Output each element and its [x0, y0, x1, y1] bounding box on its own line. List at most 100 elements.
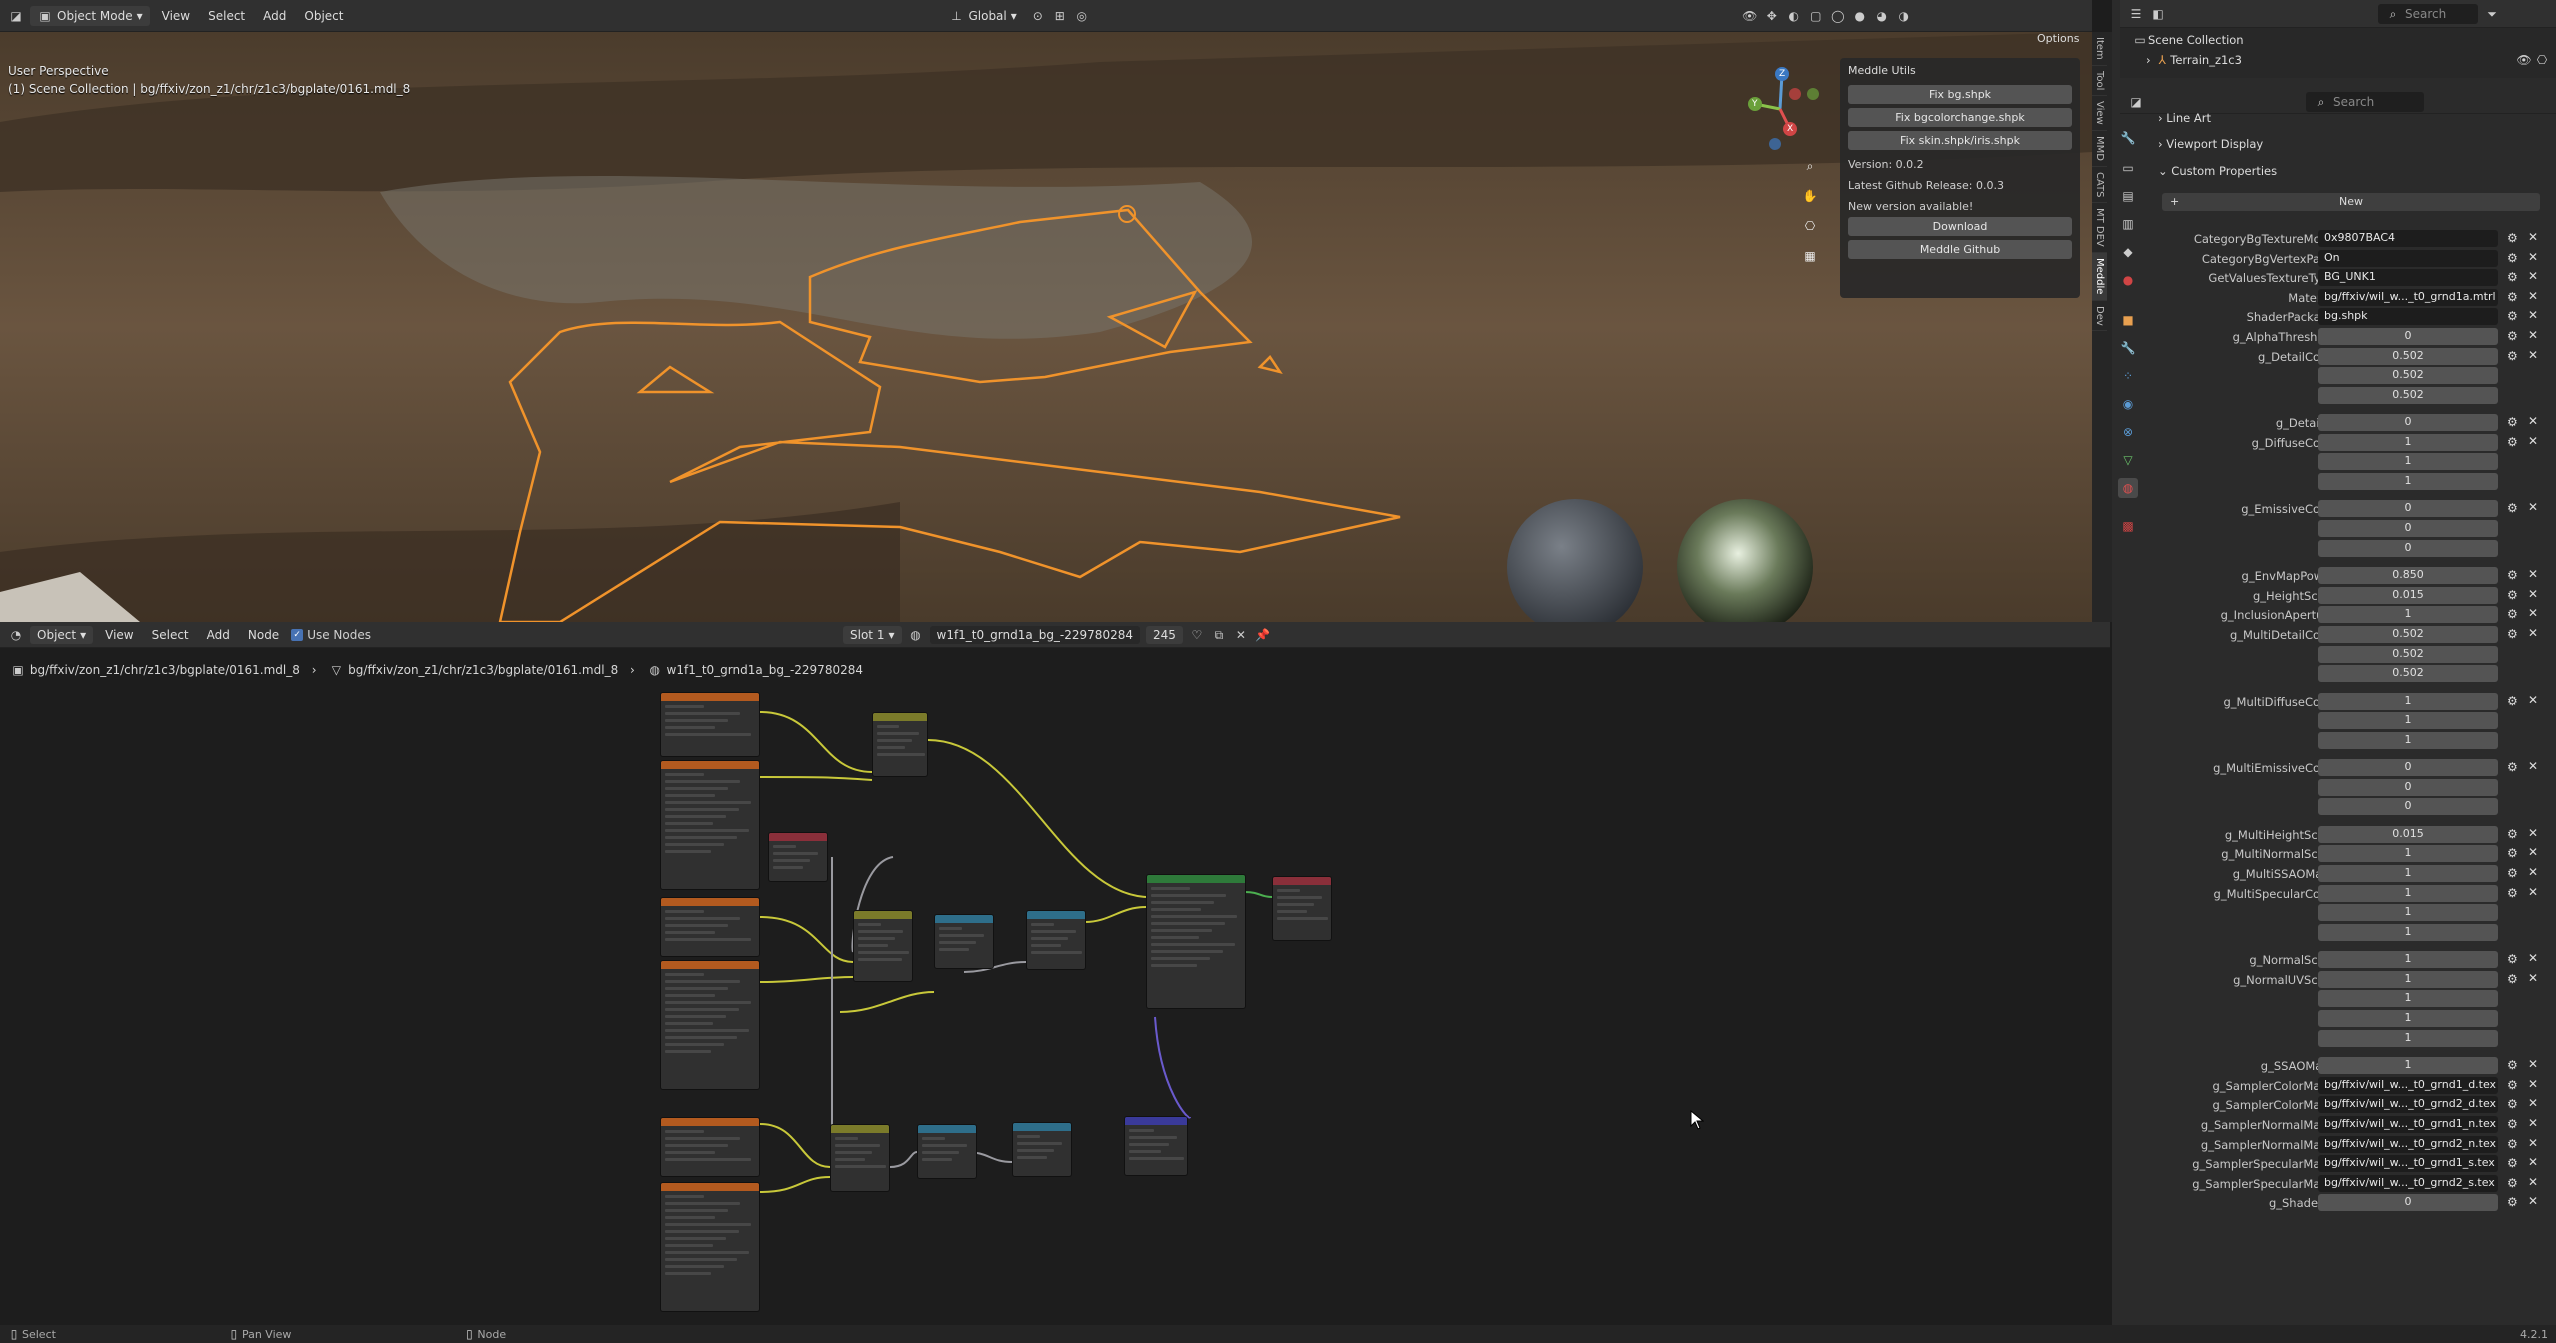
- gear-icon[interactable]: ⚙: [2507, 1176, 2518, 1190]
- normal-map-node[interactable]: [1124, 1116, 1188, 1176]
- close-icon[interactable]: ✕: [2528, 971, 2538, 985]
- gear-icon[interactable]: ⚙: [2507, 309, 2518, 323]
- gear-icon[interactable]: ⚙: [2507, 270, 2518, 284]
- tab-tool[interactable]: Tool: [2092, 66, 2107, 97]
- close-icon[interactable]: ✕: [2528, 328, 2538, 342]
- node-header[interactable]: [661, 761, 759, 769]
- property-value-field[interactable]: bg/ffxiv/wil_w..._t0_grnd1_d.tex: [2318, 1076, 2498, 1094]
- node-header[interactable]: [831, 1125, 889, 1133]
- math-node[interactable]: [1026, 910, 1086, 970]
- close-icon[interactable]: ✕: [2528, 1194, 2538, 1208]
- duplicate-icon[interactable]: ⧉: [1211, 627, 1227, 643]
- property-value-field[interactable]: 1: [2318, 865, 2498, 883]
- property-value-field[interactable]: 0x9807BAC4: [2318, 230, 2498, 247]
- outliner-search[interactable]: ⌕ Search: [2378, 3, 2478, 24]
- mix-color-node[interactable]: [853, 910, 913, 982]
- close-icon[interactable]: ✕: [2528, 587, 2538, 601]
- property-value-field[interactable]: 1: [2318, 990, 2498, 1008]
- property-value-field[interactable]: 0.015: [2318, 586, 2498, 604]
- output-tab-icon[interactable]: ▤: [2118, 186, 2138, 206]
- close-icon[interactable]: ✕: [2528, 1096, 2538, 1110]
- snap-icon[interactable]: ⊞: [1052, 8, 1068, 24]
- mix-color-node[interactable]: [872, 712, 928, 777]
- gear-icon[interactable]: ⚙: [2507, 1195, 2518, 1209]
- download-button[interactable]: Download: [1848, 217, 2072, 236]
- property-value-field[interactable]: bg/ffxiv/wil_w..._t0_grnd1a.mtrl: [2318, 288, 2498, 306]
- node-graph[interactable]: [0, 692, 2110, 1322]
- editor-type-icon[interactable]: ◪: [8, 8, 24, 24]
- property-value-field[interactable]: 0.502: [2318, 665, 2498, 683]
- gear-icon[interactable]: ⚙: [2507, 415, 2518, 429]
- mix-color-node[interactable]: [830, 1124, 890, 1192]
- node-menu-view[interactable]: View: [99, 628, 139, 642]
- tab-meddle[interactable]: Meddle: [2092, 253, 2107, 301]
- close-icon[interactable]: ✕: [2528, 308, 2538, 322]
- gear-icon[interactable]: ⚙: [2507, 866, 2518, 880]
- property-value-field[interactable]: 1: [2318, 970, 2498, 988]
- filter-display-icon[interactable]: ◧: [2150, 6, 2166, 22]
- material-output-node[interactable]: [1272, 876, 1332, 941]
- gear-icon[interactable]: ⚙: [2507, 846, 2518, 860]
- property-value-field[interactable]: 0.502: [2318, 645, 2498, 663]
- image-texture-node[interactable]: [660, 692, 760, 757]
- principled-bsdf-node[interactable]: [1146, 874, 1246, 1009]
- xray-icon[interactable]: ▢: [1808, 8, 1824, 24]
- gear-icon[interactable]: ⚙: [2507, 290, 2518, 304]
- close-icon[interactable]: ✕: [2528, 414, 2538, 428]
- modifier-tab-icon[interactable]: 🔧: [2118, 338, 2138, 358]
- gear-icon[interactable]: ⚙: [2507, 1137, 2518, 1151]
- property-value-field[interactable]: bg/ffxiv/wil_w..._t0_grnd1_s.tex: [2318, 1155, 2498, 1173]
- shading-solid-icon[interactable]: ●: [1852, 8, 1868, 24]
- node-editor-type-icon[interactable]: ◔: [8, 627, 24, 643]
- gear-icon[interactable]: ⚙: [2507, 827, 2518, 841]
- menu-view[interactable]: View: [156, 9, 196, 23]
- section-custom-properties[interactable]: ⌄ Custom Properties: [2158, 164, 2277, 178]
- close-icon[interactable]: ✕: [2528, 845, 2538, 859]
- close-icon[interactable]: ✕: [2528, 348, 2538, 362]
- physics-tab-icon[interactable]: ◉: [2118, 394, 2138, 414]
- data-tab-icon[interactable]: ▽: [2118, 450, 2138, 470]
- property-value-field[interactable]: 0.850: [2318, 567, 2498, 585]
- node-menu-select[interactable]: Select: [146, 628, 195, 642]
- image-texture-node[interactable]: [660, 1182, 760, 1312]
- gear-icon[interactable]: ⚙: [2507, 607, 2518, 621]
- fix-bg-button[interactable]: Fix bg.shpk: [1848, 85, 2072, 104]
- material-sphere-icon[interactable]: ◍: [908, 627, 924, 643]
- gear-icon[interactable]: ⚙: [2507, 1117, 2518, 1131]
- close-icon[interactable]: ✕: [2528, 1057, 2538, 1071]
- property-value-field[interactable]: 1: [2318, 453, 2498, 471]
- new-property-button[interactable]: + New: [2162, 193, 2540, 211]
- menu-object[interactable]: Object: [298, 9, 349, 23]
- node-menu-node[interactable]: Node: [242, 628, 285, 642]
- property-value-field[interactable]: 0.502: [2318, 367, 2498, 385]
- shading-wire-icon[interactable]: ◯: [1830, 8, 1846, 24]
- gear-icon[interactable]: ⚙: [2507, 1058, 2518, 1072]
- node-header[interactable]: [661, 1183, 759, 1191]
- node-header[interactable]: [1273, 877, 1331, 885]
- node-header[interactable]: [873, 713, 927, 721]
- gear-icon[interactable]: ⚙: [2507, 501, 2518, 515]
- property-value-field[interactable]: 0.015: [2318, 825, 2498, 843]
- pivot-icon[interactable]: ⊙: [1030, 8, 1046, 24]
- meddle-github-button[interactable]: Meddle Github: [1848, 240, 2072, 259]
- eye-icon[interactable]: 👁: [2516, 52, 2532, 68]
- node-header[interactable]: [918, 1125, 976, 1133]
- material-tab-icon[interactable]: ◍: [2118, 478, 2138, 498]
- close-icon[interactable]: ✕: [2528, 434, 2538, 448]
- image-texture-node[interactable]: [660, 760, 760, 890]
- node-header[interactable]: [769, 833, 827, 841]
- close-icon[interactable]: ✕: [2528, 865, 2538, 879]
- filter-icon[interactable]: ⏷: [2484, 6, 2500, 22]
- properties-search[interactable]: ⌕ Search: [2306, 91, 2424, 112]
- material-name-field[interactable]: w1f1_t0_grnd1a_bg_-229780284: [929, 625, 1140, 644]
- property-value-field[interactable]: 0.502: [2318, 625, 2498, 643]
- texture-tab-icon[interactable]: ▩: [2118, 516, 2138, 536]
- shading-material-icon[interactable]: ◕: [1874, 8, 1890, 24]
- tab-item[interactable]: Item: [2092, 32, 2107, 66]
- property-value-field[interactable]: 1: [2318, 845, 2498, 863]
- camera-icon[interactable]: ⎔: [1802, 218, 1818, 234]
- close-icon[interactable]: ✕: [2528, 626, 2538, 640]
- slot-select[interactable]: Slot 1 ▾: [843, 625, 902, 644]
- pan-hand-icon[interactable]: ✋: [1802, 188, 1818, 204]
- image-texture-node[interactable]: [660, 1117, 760, 1177]
